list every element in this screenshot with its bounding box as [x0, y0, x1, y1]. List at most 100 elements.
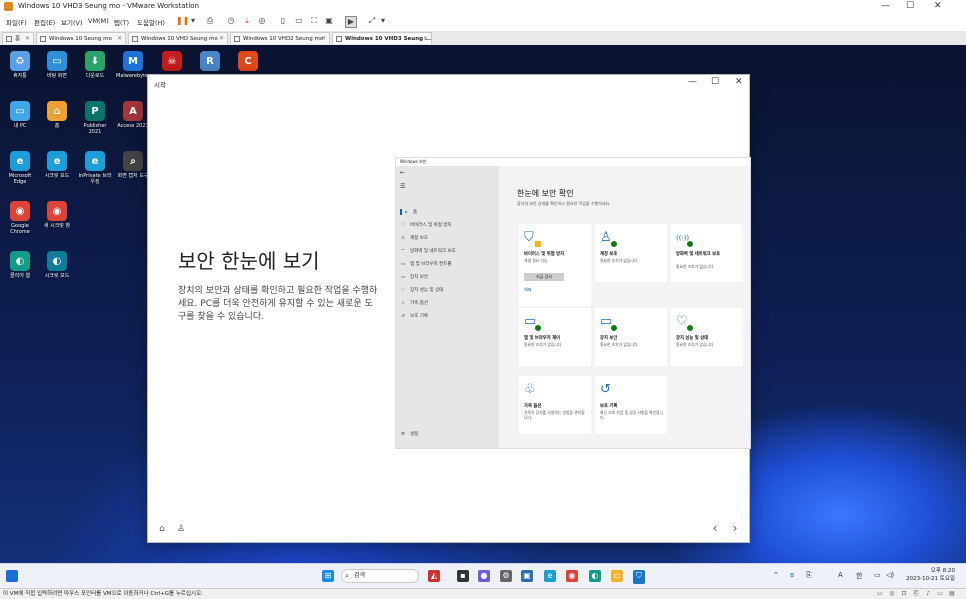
security-taskbar-icon[interactable]: ⛉: [633, 570, 645, 584]
menu-help[interactable]: 도움말(H): [137, 17, 165, 27]
maximize-button[interactable]: ☐: [906, 1, 914, 11]
snapshot-manager-icon[interactable]: ◎: [257, 16, 267, 26]
desktop-icon[interactable]: ☠: [155, 51, 189, 73]
widgets-icon[interactable]: ◭: [428, 570, 440, 582]
vmware-titlebar: Windows 10 VHD3 Seung mo - VMware Workst…: [0, 0, 966, 14]
ime-mode-button[interactable]: A: [838, 571, 843, 579]
security-heading: 한눈에 보안 확인: [517, 189, 574, 198]
tray-chevron-icon[interactable]: ⌃: [773, 571, 779, 579]
explorer-icon[interactable]: ▣: [521, 570, 533, 582]
revert-snapshot-icon[interactable]: ⤓: [242, 16, 252, 26]
snapshot-icon[interactable]: ◷: [226, 16, 236, 26]
edge-taskbar-icon[interactable]: e: [544, 570, 556, 582]
close-tab-icon[interactable]: ✕: [423, 33, 428, 44]
desktop-icon[interactable]: C: [231, 51, 265, 73]
tab-vm4[interactable]: Windows 10 VHD3 Seung ... ✕: [332, 32, 432, 44]
clock-time: 오후 8:20: [930, 568, 955, 574]
volume-icon[interactable]: ◁): [886, 571, 894, 579]
tab-vm1[interactable]: Windows 10 Seung mo ✕: [36, 32, 126, 44]
person-icon[interactable]: ♙: [175, 524, 187, 534]
previous-button[interactable]: ‹: [709, 521, 721, 535]
desktop-icon[interactable]: ▭ 바탕 화면: [40, 51, 74, 79]
dropdown-icon[interactable]: ▾: [188, 16, 198, 26]
cd-icon[interactable]: ◎: [888, 590, 896, 598]
thumbnail-icon[interactable]: ▭: [294, 16, 304, 26]
sidebar-toggle-icon[interactable]: ▯: [278, 16, 288, 26]
security-card-history: ↺ 보호 기록 최신 보호 작업 및 권장 사항을 확인합니다.: [595, 376, 667, 434]
desktop-icon[interactable]: ⬇ 다운로드: [78, 51, 112, 79]
chrome-taskbar-icon[interactable]: ◉: [566, 570, 578, 582]
network-icon[interactable]: ▭: [874, 571, 881, 579]
pause-icon[interactable]: ❚❚: [176, 16, 189, 26]
minimize-button[interactable]: —: [881, 1, 890, 11]
desktop-icon[interactable]: P Publisher 2021: [78, 101, 112, 135]
vm-tab-icon: [336, 36, 342, 42]
desktop-icon[interactable]: ◉ 새 시크릿 창: [40, 201, 74, 229]
desktop-icon[interactable]: e 시크릿 모드: [40, 151, 74, 179]
display-icon[interactable]: ▭: [936, 590, 944, 598]
desktop-icon[interactable]: M Malwarebytes: [116, 51, 151, 79]
send-keys-icon[interactable]: ⎙: [205, 16, 215, 26]
bluetooth-icon[interactable]: ʙ: [790, 571, 794, 579]
next-button[interactable]: ›: [729, 521, 741, 535]
start-button[interactable]: ⊞: [322, 570, 334, 582]
stretch-icon[interactable]: ⤢: [367, 16, 377, 26]
desktop-icon[interactable]: ⌕ 화면 캡처 도구: [116, 151, 150, 179]
home-icon[interactable]: ⌂: [156, 524, 168, 534]
show-desktop-icon[interactable]: [6, 570, 18, 582]
security-preview: Windows 보안 ← ☰ ⌂ 홈 ♡ 바이러스 및 위협 방지 ♙ 계정 보호 ⌔ 방화벽…: [395, 157, 751, 449]
menu-tab[interactable]: 탭(T): [114, 17, 129, 27]
tab-vm3[interactable]: Windows 10 VHD2 Seung mo ✕: [230, 32, 330, 44]
network-adapter-icon[interactable]: ⊡: [900, 590, 908, 598]
desktop-icon-label: 새 시크릿 창: [43, 223, 71, 229]
desktop-icon[interactable]: ⌂ 홈: [40, 101, 74, 129]
usb-device-icon[interactable]: ⎘: [912, 590, 920, 598]
desktop-icon-label: Google Chrome: [10, 223, 30, 235]
desktop-icon[interactable]: e Microsoft Edge: [3, 151, 37, 185]
desktop-icon[interactable]: ◐ 시크릿 모드: [40, 251, 74, 279]
hdd-icon[interactable]: ▭: [876, 590, 884, 598]
sound-icon[interactable]: ♪: [924, 590, 932, 598]
folder-taskbar-icon[interactable]: ▭: [611, 570, 623, 582]
close-tab-icon[interactable]: ✕: [321, 33, 326, 44]
menu-view[interactable]: 보기(V): [61, 17, 82, 27]
app-taskbar-icon[interactable]: ◐: [589, 570, 601, 582]
dialog-close-button[interactable]: ✕: [735, 77, 743, 87]
fullscreen-icon[interactable]: ⛶: [309, 16, 319, 26]
clock[interactable]: 오후 8:20 2023-10-21 토요일: [903, 567, 955, 583]
menu-edit[interactable]: 편집(E): [34, 17, 55, 27]
security-nav-account: ♙ 계정 보호: [400, 236, 428, 241]
desktop-icon[interactable]: R: [193, 51, 227, 73]
usb-icon[interactable]: ⎘: [806, 571, 812, 580]
desktop-icon[interactable]: ▭ 내 PC: [3, 101, 37, 129]
desktop-icon[interactable]: ♻ 휴지통: [3, 51, 37, 79]
menu-vm[interactable]: VM(M): [88, 17, 109, 25]
chat-icon[interactable]: ●: [478, 570, 490, 582]
language-button[interactable]: 한: [856, 571, 862, 581]
hero-description: 장치의 보안과 상태를 확인하고 필요한 작업을 수행하세요. PC를 더욱 안…: [178, 286, 378, 322]
home-tab-icon: [6, 36, 12, 42]
task-view-icon[interactable]: ▪: [457, 570, 469, 582]
dialog-maximize-button[interactable]: ☐: [711, 77, 719, 87]
message-icon[interactable]: ▤: [948, 590, 956, 598]
menu-file[interactable]: 파일(F): [6, 17, 27, 27]
desktop-icon[interactable]: ◉ Google Chrome: [3, 201, 37, 235]
desktop-icon[interactable]: A Access 2021: [116, 101, 150, 129]
tab-home[interactable]: 홈 ✕: [2, 32, 34, 44]
security-nav-firewall: ⌔ 방화벽 및 네트워크 보호: [400, 249, 456, 254]
desktop-icon[interactable]: e InPrivate 브라우징: [78, 151, 112, 185]
taskbar-search[interactable]: ⌕ 검색: [341, 569, 419, 583]
stretch-dropdown-icon[interactable]: ▾: [378, 16, 388, 26]
unity-icon[interactable]: ▣: [324, 16, 334, 26]
security-card-device-security: ▭ 장치 보안 필요한 조치가 없습니다.: [595, 308, 667, 366]
gear-icon: ⚙: [400, 432, 406, 437]
console-view-icon[interactable]: ▶: [345, 16, 357, 28]
settings-icon[interactable]: ⚙: [500, 570, 512, 582]
tab-vm2[interactable]: Windows 10 VHD Seung mo ✕: [128, 32, 228, 44]
close-tab-icon[interactable]: ✕: [117, 33, 122, 44]
close-tab-icon[interactable]: ✕: [25, 33, 30, 44]
desktop-icon[interactable]: ◐ 클리어 웹: [3, 251, 37, 279]
close-button[interactable]: ✕: [934, 1, 942, 11]
dialog-minimize-button[interactable]: —: [688, 77, 697, 87]
close-tab-icon[interactable]: ✕: [219, 33, 224, 44]
